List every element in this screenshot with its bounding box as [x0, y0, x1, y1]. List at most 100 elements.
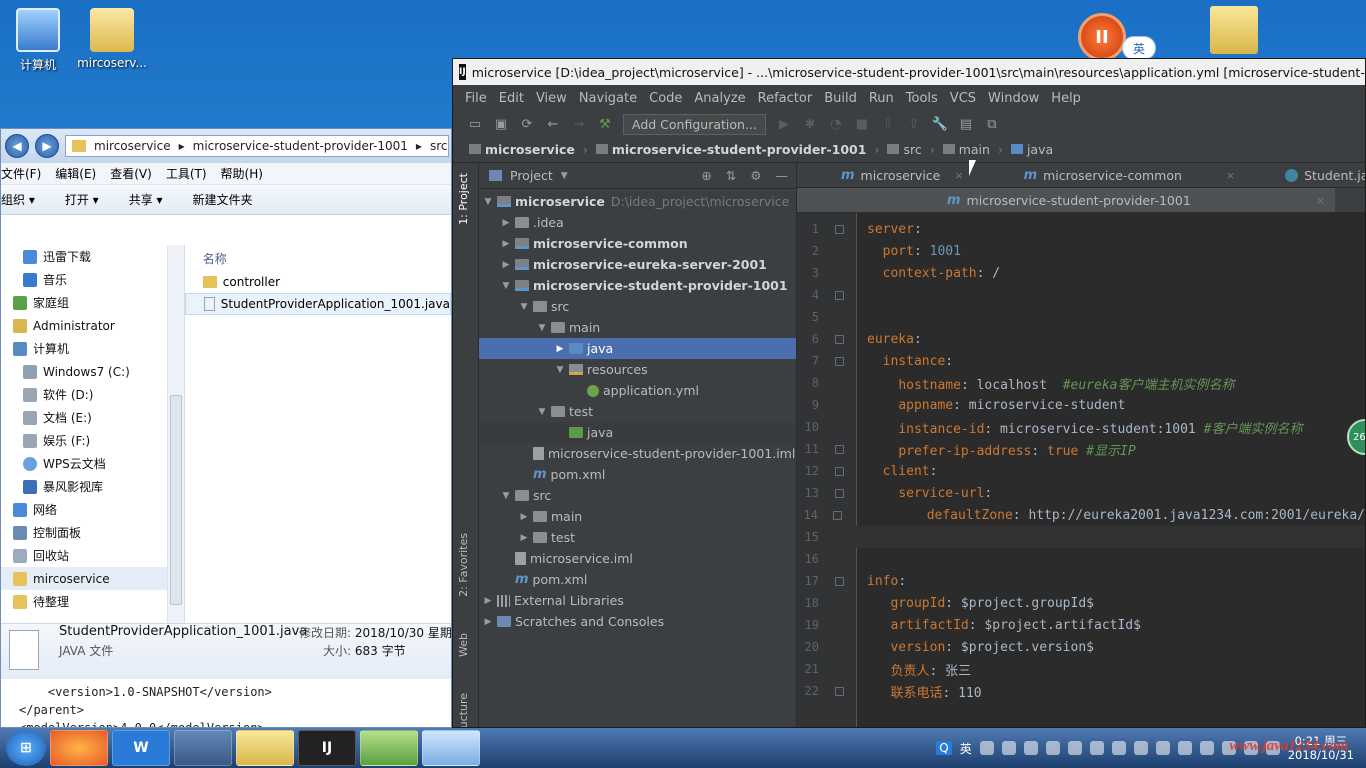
code-line[interactable]: 9 appname: microservice-student — [797, 394, 1365, 416]
code-line[interactable]: 13 service-url: — [797, 482, 1365, 504]
code-line[interactable]: 3 context-path: / — [797, 262, 1365, 284]
tab-microservice-pom[interactable]: m microservice × — [797, 163, 974, 187]
organize-button[interactable]: 组织 ▾ — [1, 191, 35, 208]
tab-student-java[interactable]: Student.java — [1245, 163, 1365, 187]
tree-node[interactable]: m pom.xml — [479, 569, 796, 590]
nav-item[interactable]: 家庭组 — [1, 291, 184, 314]
forward-arrow-icon[interactable]: → — [571, 116, 587, 132]
nav-item[interactable]: 网络 — [1, 498, 184, 521]
desktop-icon-computer[interactable]: 计算机 — [0, 8, 78, 73]
chevron-down-icon[interactable]: ▼ — [561, 171, 568, 181]
file-item[interactable]: controller — [185, 271, 451, 293]
tree-node[interactable]: ▶ test — [479, 527, 796, 548]
fold-marker-icon[interactable] — [819, 488, 859, 498]
nav-item[interactable]: Windows7 (C:) — [1, 360, 184, 383]
code-line[interactable]: 7 instance: — [797, 350, 1365, 372]
address-box[interactable]: mircoservice ▸ microservice-student-prov… — [65, 135, 449, 157]
fold-marker-icon[interactable] — [819, 576, 859, 586]
sdk-manager-icon[interactable]: ⧉ — [984, 116, 1000, 132]
file-item-selected[interactable]: StudentProviderApplication_1001.java — [184, 293, 451, 315]
vcs-update-icon[interactable]: ⇩ — [880, 116, 896, 132]
collapse-icon[interactable]: ⇅ — [726, 168, 736, 183]
tree-node[interactable]: ▶ microservice-eureka-server-2001 — [479, 254, 796, 275]
menu-help[interactable]: Help — [1051, 91, 1081, 106]
tool-tab-structure[interactable]: Structure — [457, 693, 470, 727]
close-icon[interactable]: × — [1316, 194, 1325, 207]
menu-navigate[interactable]: Navigate — [579, 91, 637, 106]
menu-code[interactable]: Code — [649, 91, 682, 106]
crumb-module[interactable]: microservice-student-provider-1001 — [595, 142, 866, 157]
nav-item-selected[interactable]: mircoservice — [1, 567, 184, 590]
code-line[interactable]: 5 — [797, 306, 1365, 328]
back-arrow-icon[interactable]: ← — [545, 116, 561, 132]
code-line[interactable]: 1 server: — [797, 218, 1365, 240]
code-line[interactable]: 8 hostname: localhost #eureka客户端主机实例名称 — [797, 372, 1365, 394]
tree-node[interactable]: ▶ microservice-common — [479, 233, 796, 254]
nav-item[interactable]: 音乐 — [1, 268, 184, 291]
debug-icon[interactable]: ✱ — [802, 116, 818, 132]
code-line[interactable]: 15 — [797, 526, 1365, 548]
taskbar-app-notepad-plus-icon[interactable] — [360, 730, 418, 766]
menu-window[interactable]: Window — [988, 91, 1039, 106]
nav-item[interactable]: 迅雷下载 — [1, 245, 184, 268]
ime-language[interactable]: 英 — [960, 740, 972, 757]
locate-icon[interactable]: ⊕ — [701, 168, 711, 183]
sync-icon[interactable]: ⟳ — [519, 116, 535, 132]
tree-node[interactable]: ▼ main — [479, 317, 796, 338]
fold-marker-icon[interactable] — [819, 356, 859, 366]
tree-node[interactable]: java — [479, 422, 796, 443]
forward-button[interactable]: ▶ — [35, 134, 59, 158]
tree-node[interactable]: ▶ .idea — [479, 212, 796, 233]
tray-icon[interactable] — [1001, 741, 1016, 755]
expanded-arrow-icon[interactable]: ▼ — [481, 197, 495, 207]
tray-icon[interactable] — [1133, 741, 1148, 755]
code-line[interactable]: 19 artifactId: $project.artifactId$ — [797, 614, 1365, 636]
menu-analyze[interactable]: Analyze — [694, 91, 745, 106]
tree-node[interactable]: ▶ main — [479, 506, 796, 527]
fold-marker-icon[interactable] — [819, 466, 859, 476]
collapsed-arrow-icon[interactable]: ▶ — [499, 239, 513, 249]
taskbar-app-sticky-icon[interactable] — [422, 730, 480, 766]
taskbar-app-wps-writer[interactable]: W — [112, 730, 170, 766]
code-content[interactable]: 1 server: 2 port: 1001 3 context-path: /4 5 6… — [797, 218, 1365, 702]
menu-tools[interactable]: Tools — [906, 91, 938, 106]
taskbar-app-colorful-icon[interactable] — [50, 730, 108, 766]
fold-marker-icon[interactable] — [819, 224, 859, 234]
settings-wrench-icon[interactable]: 🔧 — [932, 116, 948, 132]
menu-edit[interactable]: 编辑(E) — [55, 165, 96, 182]
code-line[interactable]: 2 port: 1001 — [797, 240, 1365, 262]
tree-node[interactable]: microservice-student-provider-1001.iml — [479, 443, 796, 464]
collapsed-arrow-icon[interactable]: ▶ — [481, 617, 495, 627]
expanded-arrow-icon[interactable]: ▼ — [517, 302, 531, 312]
address-segment[interactable]: mircoservice — [94, 139, 171, 153]
taskbar-app-window-icon[interactable] — [174, 730, 232, 766]
crumb-src[interactable]: src — [887, 142, 922, 157]
collapsed-arrow-icon[interactable]: ▶ — [499, 260, 513, 270]
code-line[interactable]: 14 defaultZone: http://eureka2001.java12… — [797, 504, 1365, 526]
run-icon[interactable]: ▶ — [776, 116, 792, 132]
nav-scrollbar[interactable] — [166, 245, 184, 623]
code-line[interactable]: 6 eureka: — [797, 328, 1365, 350]
fold-marker-icon[interactable] — [819, 290, 859, 300]
menu-view[interactable]: View — [536, 91, 567, 106]
start-button[interactable]: ⊞ — [6, 730, 46, 766]
nav-item[interactable]: 娱乐 (F:) — [1, 429, 184, 452]
nav-item[interactable]: 软件 (D:) — [1, 383, 184, 406]
collapsed-arrow-icon[interactable]: ▶ — [499, 218, 513, 228]
recorder-pause-icon[interactable]: II — [1078, 13, 1126, 61]
ime-q-icon[interactable]: Q — [936, 741, 952, 755]
menu-tools[interactable]: 工具(T) — [166, 165, 207, 182]
menu-build[interactable]: Build — [824, 91, 857, 106]
address-segment[interactable]: microservice-student-provider-1001 — [193, 139, 408, 153]
stop-icon[interactable]: ■ — [854, 116, 870, 132]
tool-tab-project[interactable]: 1: Project — [457, 173, 470, 225]
collapsed-arrow-icon[interactable]: ▶ — [517, 512, 531, 522]
fold-marker-icon[interactable] — [819, 444, 859, 454]
menu-vcs[interactable]: VCS — [950, 91, 976, 106]
new-folder-button[interactable]: 新建文件夹 — [193, 191, 253, 208]
save-icon[interactable]: ▣ — [493, 116, 509, 132]
crumb-main[interactable]: main — [942, 142, 990, 157]
tab-provider-application-yml[interactable]: m microservice-student-provider-1001 × — [797, 188, 1335, 212]
nav-item[interactable]: 回收站 — [1, 544, 184, 567]
expanded-arrow-icon[interactable]: ▼ — [553, 365, 567, 375]
